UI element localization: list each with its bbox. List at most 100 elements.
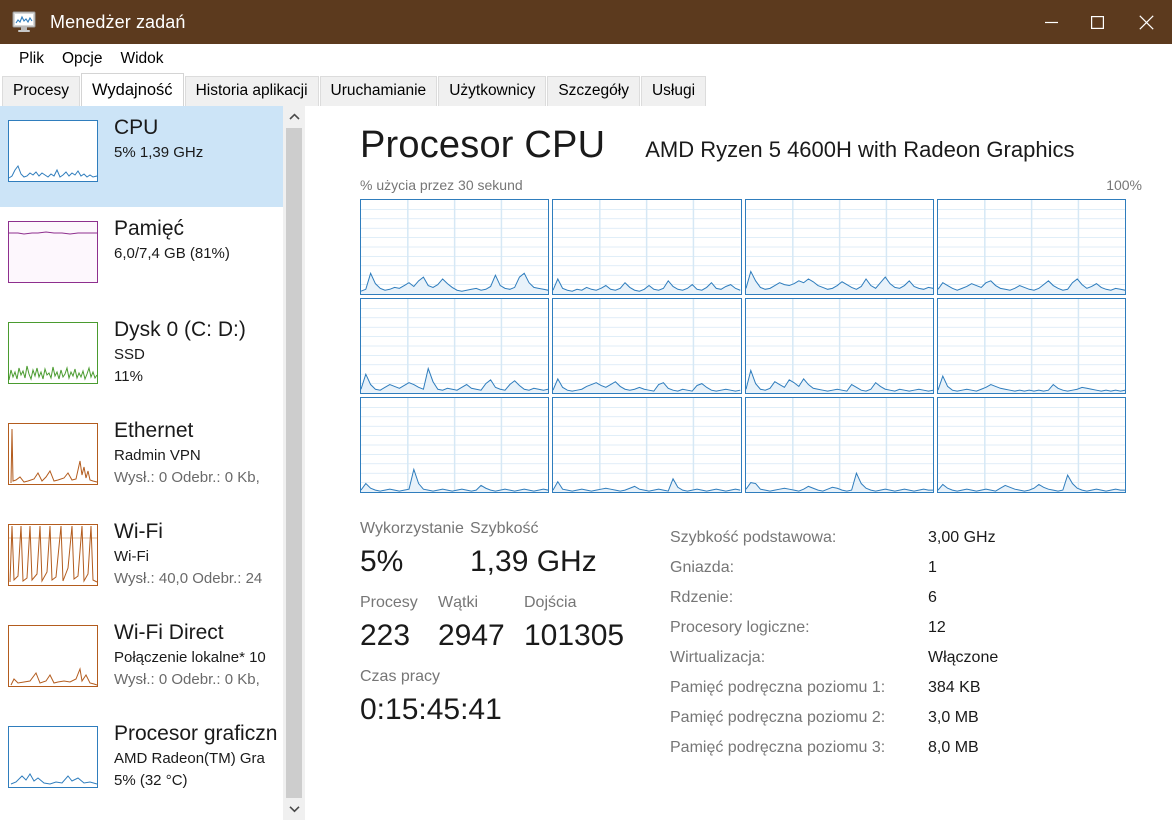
sidebar-item-memory[interactable]: Pamięć 6,0/7,4 GB (81%) [0, 207, 305, 308]
stat-group-primary: Wykorzystanie Szybkość 5% 1,39 GHz [360, 517, 670, 583]
sidebar-item-memory-text: Pamięć 6,0/7,4 GB (81%) [114, 215, 230, 265]
speed-label: Szybkość [470, 520, 539, 537]
disk-thumbnail-graph [8, 322, 98, 384]
spec-row: Pamięć podręczna poziomu 1: 384 KB [670, 673, 1142, 703]
sidebar-item-gpu[interactable]: Procesor graficzn AMD Radeon(TM) Gra 5% … [0, 712, 305, 813]
sidebar-item-cpu[interactable]: CPU 5% 1,39 GHz [0, 106, 305, 207]
spec-key: Szybkość podstawowa: [670, 529, 837, 546]
sidebar-item-disk0-text: Dysk 0 (C: D:) SSD 11% [114, 316, 246, 388]
scrollbar-thumb[interactable] [286, 128, 302, 798]
tab-services[interactable]: Usługi [640, 76, 707, 106]
cpu-core-graph [360, 199, 550, 295]
menu-item-view[interactable]: Widok [111, 50, 172, 68]
spec-value: 8,0 MB [928, 739, 979, 756]
spec-value: 6 [928, 589, 937, 606]
sidebar-item-ethernet[interactable]: Ethernet Radmin VPN Wysł.: 0 Odebr.: 0 K… [0, 409, 305, 510]
sidebar-item-gpu-line3: 5% (32 °C) [114, 772, 188, 789]
tab-performance[interactable]: Wydajność [81, 73, 184, 106]
stats-left-column: Wykorzystanie Szybkość 5% 1,39 GHz Proce… [360, 517, 670, 763]
stat-group-uptime: Czas pracy 0:15:45:41 [360, 665, 670, 731]
processes-label: Procesy [360, 594, 418, 611]
tab-startup[interactable]: Uruchamianie [319, 76, 438, 106]
uptime-value: 0:15:45:41 [360, 693, 502, 726]
spec-row: Szybkość podstawowa: 3,00 GHz [670, 523, 1142, 553]
wifi-thumbnail-graph [8, 524, 98, 586]
window-controls [1028, 0, 1172, 44]
menu-item-file[interactable]: Plik [10, 50, 53, 68]
cpu-core-graph [936, 298, 1126, 394]
memory-thumbnail-graph [8, 221, 98, 283]
menu-item-options[interactable]: Opcje [53, 50, 112, 68]
sidebar-item-ethernet-text: Ethernet Radmin VPN Wysł.: 0 Odebr.: 0 K… [114, 417, 260, 489]
resource-list: CPU 5% 1,39 GHz Pamięć 6,0/7,4 GB (81%) [0, 106, 305, 820]
spec-row: Pamięć podręczna poziomu 3: 8,0 MB [670, 733, 1142, 763]
cpu-core-graph [552, 397, 742, 493]
wifi-direct-thumbnail-graph [8, 625, 98, 687]
sidebar-item-wifi-direct-title: Wi-Fi Direct [114, 621, 224, 644]
performance-detail-panel: Procesor CPU AMD Ryzen 5 4600H with Rade… [305, 106, 1172, 820]
sidebar-item-disk0-line3: 11% [114, 368, 143, 385]
threads-value: 2947 [438, 619, 505, 652]
task-manager-icon [12, 11, 38, 33]
utilization-value: 5% [360, 545, 404, 578]
sidebar-item-wifi-direct[interactable]: Wi-Fi Direct Połączenie lokalne* 10 Wysł… [0, 611, 305, 712]
cpu-core-graph [552, 298, 742, 394]
minimize-button[interactable] [1028, 0, 1074, 44]
spec-key: Pamięć podręczna poziomu 2: [670, 709, 886, 726]
sidebar-item-disk0-line2: SSD [114, 346, 145, 363]
maximize-button[interactable] [1074, 0, 1120, 44]
sidebar-item-cpu-title: CPU [114, 116, 159, 139]
graph-caption: % użycia przez 30 sekund 100% [360, 177, 1142, 193]
spec-value: Włączone [928, 649, 999, 666]
sidebar-scrollbar[interactable] [283, 106, 305, 820]
sidebar-item-wifi-text: Wi-Fi Wi-Fi Wysł.: 40,0 Odebr.: 24 [114, 518, 262, 590]
sidebar-item-wifi[interactable]: Wi-Fi Wi-Fi Wysł.: 40,0 Odebr.: 24 [0, 510, 305, 611]
sidebar-item-ethernet-title: Ethernet [114, 419, 194, 442]
cpu-core-graph [744, 298, 934, 394]
tab-app-history[interactable]: Historia aplikacji [184, 76, 319, 106]
tab-users[interactable]: Użytkownicy [438, 76, 547, 106]
graph-caption-right: 100% [1106, 177, 1142, 193]
spec-value: 384 KB [928, 679, 981, 696]
sidebar-item-gpu-title: Procesor graficzn [114, 722, 278, 745]
sidebar-item-wifi-direct-text: Wi-Fi Direct Połączenie lokalne* 10 Wysł… [114, 619, 266, 691]
close-button[interactable] [1120, 0, 1172, 44]
cpu-core-graph [552, 199, 742, 295]
panel-header: Procesor CPU AMD Ryzen 5 4600H with Rade… [360, 124, 1142, 167]
scroll-down-icon[interactable] [283, 798, 305, 820]
sidebar-item-wifi-title: Wi-Fi [114, 520, 163, 543]
stat-labels-row-1: Wykorzystanie Szybkość [360, 517, 670, 541]
cpu-core-graph [936, 397, 1126, 493]
cpu-model-name: AMD Ryzen 5 4600H with Radeon Graphics [645, 137, 1075, 162]
stat-group-counts: Procesy Wątki Dojścia 223 2947 101305 [360, 591, 670, 657]
spec-key: Pamięć podręczna poziomu 3: [670, 739, 886, 756]
sidebar-item-cpu-line2: 5% 1,39 GHz [114, 144, 204, 161]
scroll-up-icon[interactable] [283, 106, 305, 128]
sidebar-item-wifi-direct-line2: Połączenie lokalne* 10 [114, 649, 266, 666]
spec-row: Gniazda: 1 [670, 553, 1142, 583]
tab-processes[interactable]: Procesy [2, 76, 80, 106]
sidebar-item-disk0[interactable]: Dysk 0 (C: D:) SSD 11% [0, 308, 305, 409]
logical-processors-grid[interactable] [360, 199, 1126, 493]
window-title: Menedżer zadań [50, 11, 186, 32]
stats-area: Wykorzystanie Szybkość 5% 1,39 GHz Proce… [360, 517, 1142, 763]
menu-bar: Plik Opcje Widok [0, 44, 1172, 74]
threads-label: Wątki [438, 594, 478, 611]
spec-key: Pamięć podręczna poziomu 1: [670, 679, 886, 696]
cpu-core-graph [360, 397, 550, 493]
tab-details[interactable]: Szczegóły [547, 76, 640, 106]
sidebar-item-cpu-text: CPU 5% 1,39 GHz [114, 114, 203, 164]
sidebar-item-wifi-line2: Wi-Fi [114, 548, 149, 565]
cpu-spec-list: Szybkość podstawowa: 3,00 GHz Gniazda: 1 Rdz… [670, 517, 1142, 763]
spec-value: 3,00 GHz [928, 529, 996, 546]
spec-row: Pamięć podręczna poziomu 2: 3,0 MB [670, 703, 1142, 733]
sidebar-item-memory-line2: 6,0/7,4 GB (81%) [114, 245, 230, 262]
spec-value: 3,0 MB [928, 709, 979, 726]
cpu-core-graph [936, 199, 1126, 295]
speed-value: 1,39 GHz [470, 545, 597, 578]
cpu-thumbnail-graph [8, 120, 98, 182]
stat-values-row-2: 223 2947 101305 [360, 615, 670, 657]
tab-strip: Procesy Wydajność Historia aplikacji Uru… [0, 73, 1172, 106]
resource-sidebar: CPU 5% 1,39 GHz Pamięć 6,0/7,4 GB (81%) [0, 106, 305, 820]
title-bar: Menedżer zadań [0, 0, 1172, 44]
